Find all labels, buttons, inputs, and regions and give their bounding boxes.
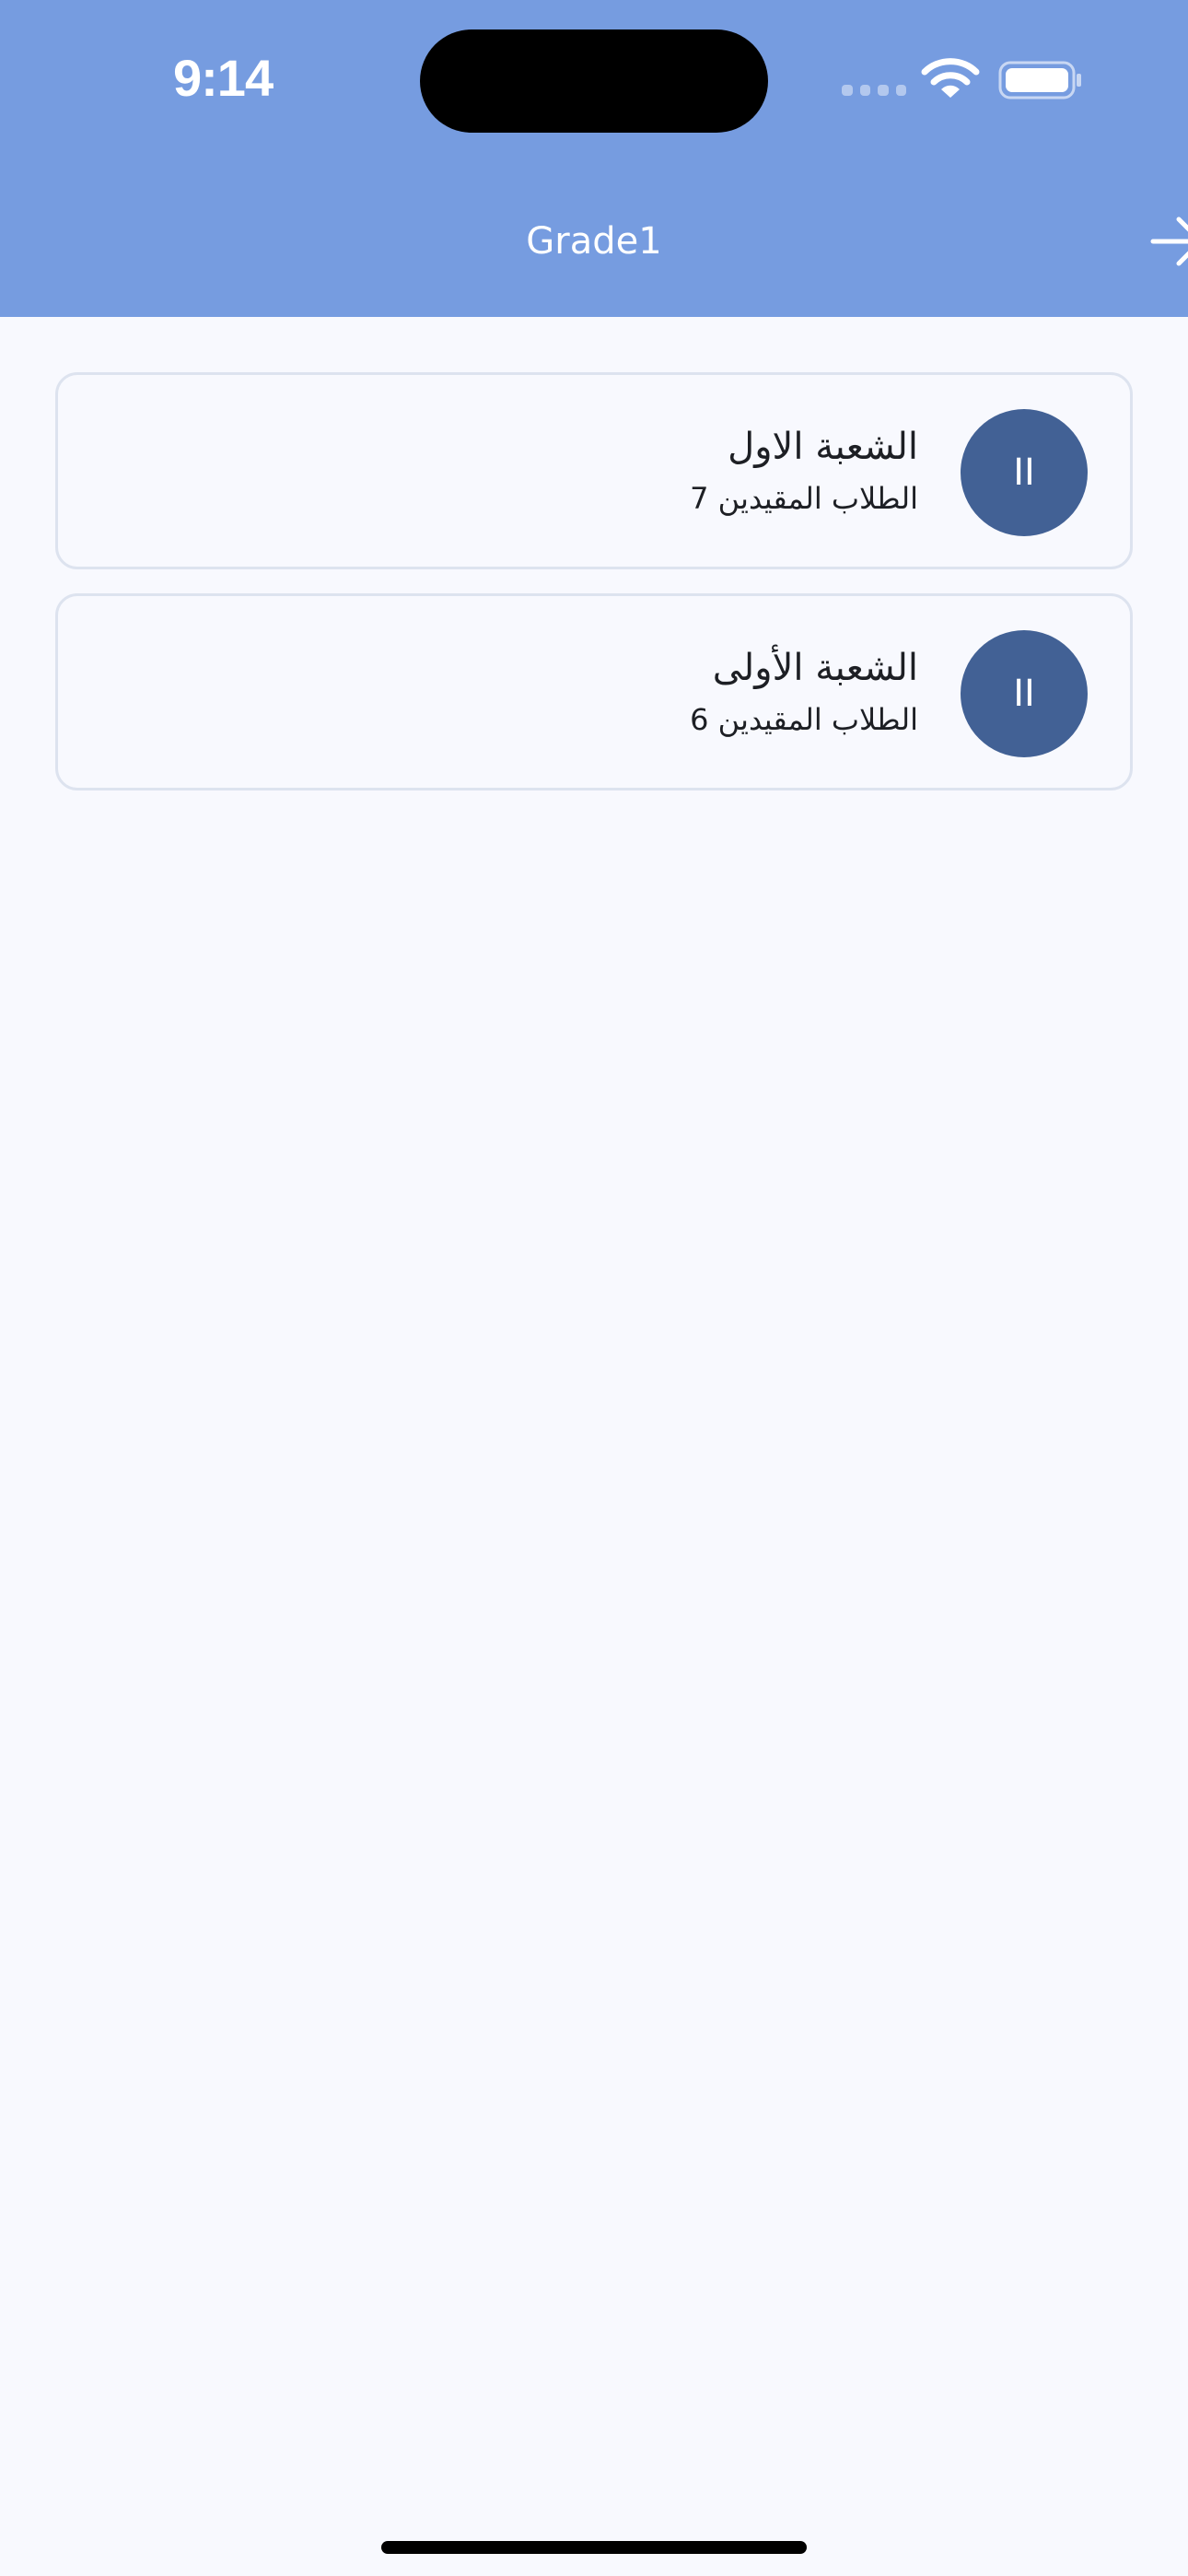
screen-title: Grade1 (526, 220, 662, 263)
wifi-icon (921, 58, 980, 98)
home-indicator[interactable] (381, 2541, 807, 2554)
section-title: الشعبة الأولى (712, 647, 918, 689)
status-time: 9:14 (173, 49, 274, 107)
app-header: 9:14 Grade1 (0, 0, 1188, 317)
dynamic-island (420, 29, 768, 133)
battery-icon (998, 61, 1081, 100)
section-text: الشعبة الأولى الطلاب المقيدين 6 (690, 642, 918, 742)
section-avatar: II (961, 409, 1088, 536)
section-text: الشعبة الاول الطلاب المقيدين 7 (690, 421, 918, 521)
section-card[interactable]: II الشعبة الأولى الطلاب المقيدين 6 (55, 593, 1133, 790)
section-list: II الشعبة الاول الطلاب المقيدين 7 II الش… (55, 372, 1133, 814)
section-students-count: الطلاب المقيدين 7 (690, 481, 918, 516)
section-students-count: الطلاب المقيدين 6 (690, 702, 918, 737)
section-title: الشعبة الاول (728, 426, 918, 468)
section-avatar: II (961, 630, 1088, 757)
section-card[interactable]: II الشعبة الاول الطلاب المقيدين 7 (55, 372, 1133, 569)
cellular-signal-icon (842, 85, 906, 100)
arrow-right-icon[interactable] (1149, 216, 1188, 267)
